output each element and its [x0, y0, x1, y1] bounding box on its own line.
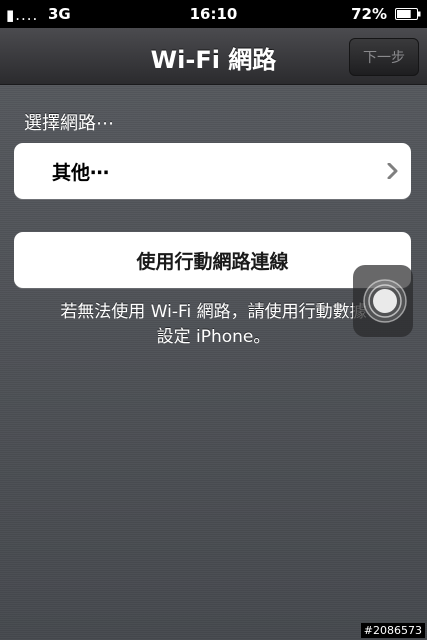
battery-percent: 72%: [351, 5, 387, 23]
hint-line-1: 若無法使用 Wi-Fi 網路，請使用行動數據: [60, 302, 367, 322]
use-cellular-button[interactable]: 使用行動網路連線: [14, 232, 411, 288]
watermark: #2086573: [360, 623, 425, 638]
chevron-right-icon: [387, 163, 398, 179]
assistive-touch-icon: [363, 279, 407, 323]
main-content: 選擇網路⋯ 其他⋯ 使用行動網路連線 若無法使用 Wi-Fi 網路，請使用行動數…: [0, 85, 427, 640]
navigation-bar: Wi-Fi 網路 下一步: [0, 28, 427, 85]
cellular-hint-text: 若無法使用 Wi-Fi 網路，請使用行動數據 設定 iPhone。: [20, 300, 407, 350]
battery-icon: [395, 8, 421, 20]
other-network-cell[interactable]: 其他⋯: [14, 143, 411, 199]
next-button[interactable]: 下一步: [349, 38, 419, 76]
other-network-label: 其他⋯: [52, 162, 110, 184]
use-cellular-label: 使用行動網路連線: [136, 251, 289, 273]
hint-line-2: 設定 iPhone。: [156, 327, 271, 347]
assistive-touch-button[interactable]: [353, 265, 413, 337]
choose-network-label: 選擇網路⋯: [24, 113, 114, 134]
status-bar: ▮.... 3G 16:10 72%: [0, 0, 427, 28]
